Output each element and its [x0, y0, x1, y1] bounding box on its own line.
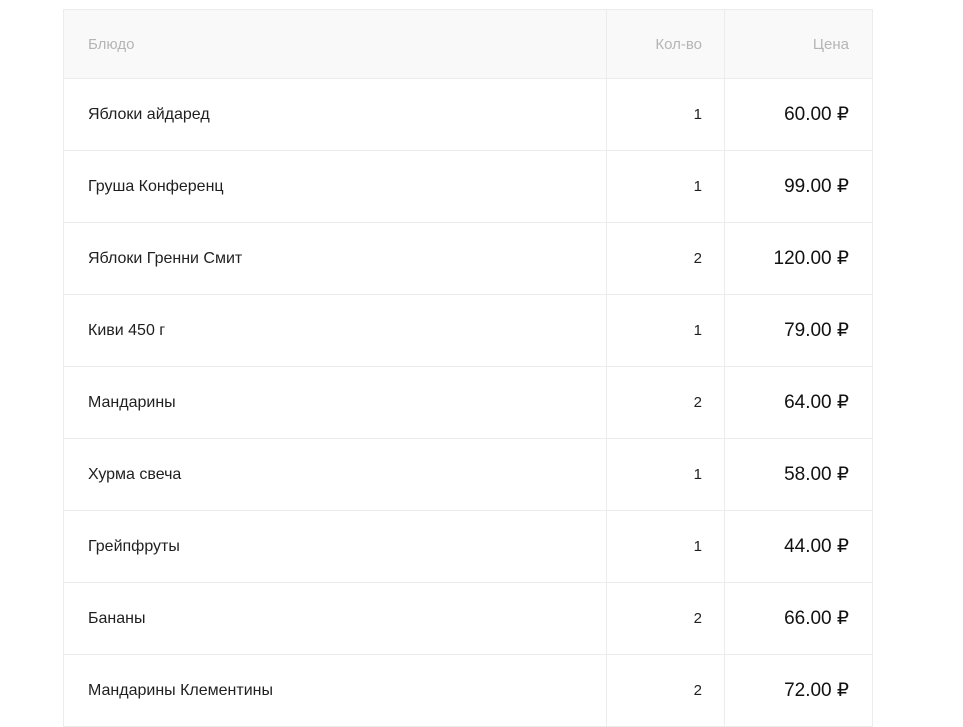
table-row: Мандарины Клементины 2 72.00 ₽: [64, 655, 872, 727]
dish-name: Яблоки Гренни Смит: [64, 223, 607, 294]
dish-quantity: 1: [607, 511, 725, 582]
table-row: Яблоки айдаред 1 60.00 ₽: [64, 79, 872, 151]
dish-name: Мандарины Клементины: [64, 655, 607, 726]
dish-price: 58.00 ₽: [784, 464, 849, 485]
dish-quantity: 1: [607, 79, 725, 150]
dish-quantity: 2: [607, 583, 725, 654]
order-items-table: Блюдо Кол-во Цена Яблоки айдаред 1 60.00…: [63, 9, 873, 727]
dish-name: Грейпфруты: [64, 511, 607, 582]
table-row: Яблоки Гренни Смит 2 120.00 ₽: [64, 223, 872, 295]
dish-name: Груша Конференц: [64, 151, 607, 222]
table-header-row: Блюдо Кол-во Цена: [64, 10, 872, 79]
table-row: Грейпфруты 1 44.00 ₽: [64, 511, 872, 583]
table-row: Бананы 2 66.00 ₽: [64, 583, 872, 655]
dish-price: 79.00 ₽: [784, 320, 849, 341]
column-header-dish: Блюдо: [64, 10, 607, 78]
column-header-price: Цена: [812, 35, 849, 53]
dish-price: 64.00 ₽: [784, 392, 849, 413]
table-row: Хурма свеча 1 58.00 ₽: [64, 439, 872, 511]
column-header-quantity: Кол-во: [607, 10, 725, 78]
table-row: Мандарины 2 64.00 ₽: [64, 367, 872, 439]
dish-name: Яблоки айдаред: [64, 79, 607, 150]
dish-price: 44.00 ₽: [784, 536, 849, 557]
dish-name: Мандарины: [64, 367, 607, 438]
dish-quantity: 1: [607, 295, 725, 366]
dish-quantity: 2: [607, 367, 725, 438]
dish-price: 99.00 ₽: [784, 176, 849, 197]
dish-price: 72.00 ₽: [784, 680, 849, 701]
table-row: Киви 450 г 1 79.00 ₽: [64, 295, 872, 367]
dish-quantity: 1: [607, 439, 725, 510]
dish-quantity: 2: [607, 223, 725, 294]
dish-name: Киви 450 г: [64, 295, 607, 366]
dish-price: 66.00 ₽: [784, 608, 849, 629]
dish-price: 120.00 ₽: [773, 248, 849, 269]
table-row: Груша Конференц 1 99.00 ₽: [64, 151, 872, 223]
dish-price: 60.00 ₽: [784, 104, 849, 125]
dish-quantity: 2: [607, 655, 725, 726]
dish-name: Хурма свеча: [64, 439, 607, 510]
dish-name: Бананы: [64, 583, 607, 654]
dish-quantity: 1: [607, 151, 725, 222]
